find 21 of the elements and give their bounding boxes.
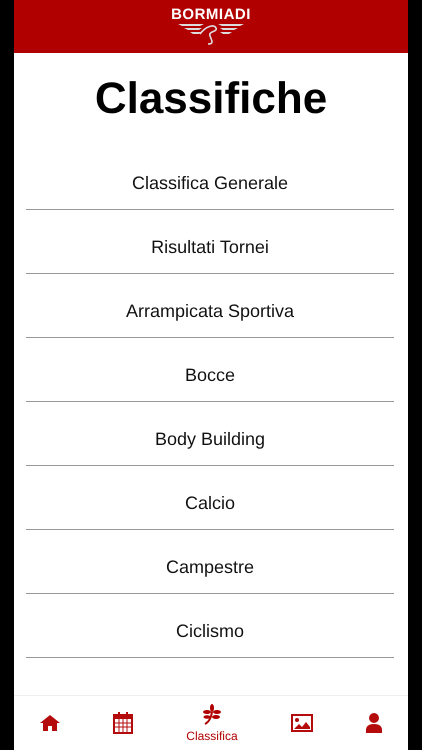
leaf-icon bbox=[202, 704, 221, 726]
logo-text: BORMIADI bbox=[171, 7, 251, 22]
tab-button[interactable] bbox=[40, 714, 60, 732]
list-item[interactable]: Arrampicata Sportiva bbox=[126, 298, 294, 325]
wings-logo-icon bbox=[176, 22, 246, 46]
tab-button[interactable] bbox=[290, 714, 313, 732]
list-item[interactable]: Body Building bbox=[154, 426, 266, 453]
tab-button[interactable] bbox=[113, 712, 134, 734]
list-item[interactable]: Bocce bbox=[184, 362, 236, 389]
list-item[interactable]: Classifica Generale bbox=[132, 170, 288, 197]
image-icon bbox=[290, 714, 313, 732]
tab-button[interactable]: Classifica bbox=[186, 704, 238, 742]
home-icon bbox=[40, 714, 60, 732]
list-item[interactable]: Campestre bbox=[166, 554, 254, 581]
page-title: Classifiche bbox=[94, 73, 328, 126]
tab-button[interactable] bbox=[366, 713, 382, 733]
user-icon bbox=[366, 713, 382, 733]
list-item[interactable]: Ciclismo bbox=[176, 618, 244, 645]
list-item[interactable]: Calcio bbox=[184, 490, 236, 517]
calendar-icon bbox=[113, 712, 134, 734]
list-item[interactable]: Risultati Tornei bbox=[151, 234, 269, 261]
